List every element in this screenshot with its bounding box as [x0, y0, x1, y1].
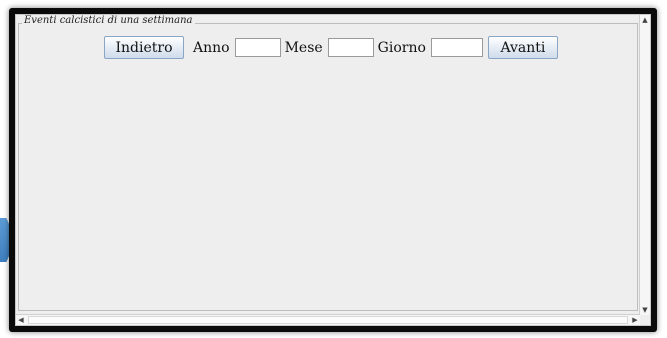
day-input[interactable]	[430, 38, 483, 57]
arrow-right-icon[interactable]: ▶	[630, 315, 640, 325]
day-label: Giorno	[377, 39, 426, 56]
month-label: Mese	[284, 39, 323, 56]
date-toolbar: Indietro Anno Mese Giorno Avanti	[104, 36, 558, 59]
arrow-up-icon[interactable]: ▲	[640, 15, 650, 25]
panel-title: Eventi calcistici di una settimana	[22, 15, 195, 26]
year-input[interactable]	[234, 38, 281, 57]
year-label: Anno	[193, 39, 230, 56]
vertical-scrollbar[interactable]: ▲ ▼	[639, 15, 650, 315]
events-panel: Eventi calcistici di una settimana Indie…	[18, 15, 638, 311]
month-input[interactable]	[327, 38, 374, 57]
window-frame: Eventi calcistici di una settimana Indie…	[9, 8, 657, 332]
horizontal-scrollbar[interactable]: ◀ ▶	[16, 314, 640, 325]
next-button[interactable]: Avanti	[487, 36, 558, 59]
back-button[interactable]: Indietro	[104, 36, 184, 59]
app-window: Eventi calcistici di una settimana Indie…	[15, 14, 651, 326]
arrow-down-icon[interactable]: ▼	[640, 305, 650, 315]
scroll-track[interactable]	[28, 316, 628, 324]
arrow-left-icon[interactable]: ◀	[16, 315, 26, 325]
